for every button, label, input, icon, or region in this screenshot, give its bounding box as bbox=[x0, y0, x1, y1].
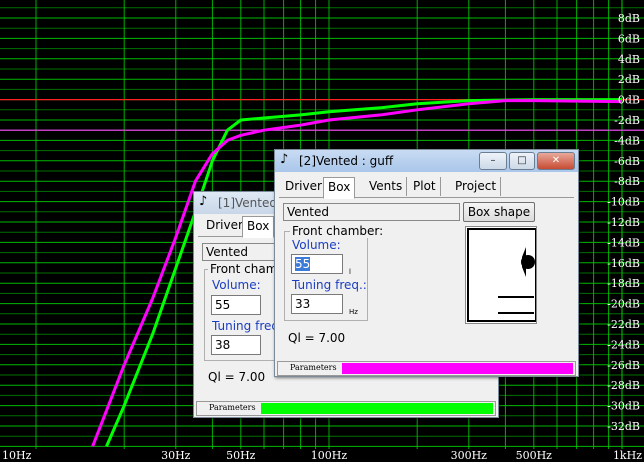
y-tick-label: -2dB bbox=[614, 114, 640, 127]
y-tick-label: 6dB bbox=[618, 32, 640, 45]
window2-enclosure-type[interactable]: Vented bbox=[283, 203, 460, 221]
y-tick-label: -4dB bbox=[614, 134, 640, 147]
x-tick-label: 300Hz bbox=[451, 449, 488, 462]
window2-tab-project[interactable]: Project bbox=[451, 177, 502, 196]
window2-titlebar[interactable]: ♪ [2]Vented : guff – □ ✕ bbox=[275, 150, 578, 172]
window2-tuning-input[interactable]: 33 bbox=[291, 294, 343, 314]
window2-tab-vents[interactable]: Vents bbox=[365, 177, 408, 196]
box-shape-drawing bbox=[467, 228, 537, 322]
window2-tab-box[interactable]: Box bbox=[323, 177, 356, 199]
x-tick-label: 30Hz bbox=[161, 449, 191, 462]
y-tick-label: 2dB bbox=[618, 73, 640, 86]
window2-volume-label: Volume: bbox=[292, 238, 341, 252]
window1-status-label: Parameters bbox=[209, 403, 256, 412]
y-tick-label: -30dB bbox=[607, 400, 640, 413]
maximize-button[interactable]: □ bbox=[509, 152, 535, 170]
y-tick-label: -6dB bbox=[614, 155, 640, 168]
y-tick-label: -20dB bbox=[607, 298, 640, 311]
vented-window-2[interactable]: ♪ [2]Vented : guff – □ ✕ Driver Box Vent… bbox=[274, 149, 579, 377]
window2-volume-value: 55 bbox=[295, 257, 311, 271]
window2-statusbar: Parameters bbox=[277, 361, 576, 376]
window2-tuning-unit: Hz bbox=[349, 308, 358, 316]
window1-volume-label: Volume: bbox=[212, 278, 261, 292]
y-tick-label: -24dB bbox=[607, 338, 640, 351]
y-tick-label: -32dB bbox=[607, 420, 640, 433]
window2-front-chamber-label: Front chamber: bbox=[290, 224, 386, 238]
window1-volume-input[interactable]: 55 bbox=[211, 295, 261, 315]
window1-statusbar: Parameters bbox=[196, 401, 496, 416]
window2-title: [2]Vented : guff bbox=[299, 154, 394, 168]
y-tick-label: 0dB bbox=[618, 94, 640, 107]
window1-qi-value: Ql = 7.00 bbox=[208, 370, 266, 384]
x-tick-label: 50Hz bbox=[226, 449, 256, 462]
box-shape-preview bbox=[465, 226, 537, 324]
x-tick-label: 10Hz bbox=[2, 449, 32, 462]
y-tick-label: -18dB bbox=[607, 277, 640, 290]
box-shape-button[interactable]: Box shape bbox=[463, 202, 535, 222]
window2-status-label: Parameters bbox=[290, 363, 337, 372]
y-tick-label: -8dB bbox=[614, 175, 640, 188]
y-tick-label: -22dB bbox=[607, 318, 640, 331]
speaker-app-icon: ♪ bbox=[280, 152, 289, 167]
close-button[interactable]: ✕ bbox=[537, 152, 575, 170]
y-tick-label: -26dB bbox=[607, 359, 640, 372]
y-tick-label: 8dB bbox=[618, 12, 640, 25]
x-tick-label: 500Hz bbox=[516, 449, 553, 462]
window2-volume-input[interactable]: 55 bbox=[291, 254, 343, 274]
y-tick-label: -14dB bbox=[607, 236, 640, 249]
y-tick-label: -12dB bbox=[607, 216, 640, 229]
minimize-button[interactable]: – bbox=[479, 152, 507, 170]
y-tick-label: -10dB bbox=[607, 196, 640, 209]
window2-tab-plot[interactable]: Plot bbox=[409, 177, 441, 196]
speaker-app-icon: ♪ bbox=[199, 194, 208, 209]
y-tick-label: -28dB bbox=[607, 379, 640, 392]
window2-qi-value: Ql = 7.00 bbox=[288, 331, 346, 345]
window2-volume-unit: l bbox=[349, 268, 351, 276]
y-tick-label: -16dB bbox=[607, 257, 640, 270]
window1-tuning-input[interactable]: 38 bbox=[211, 335, 261, 355]
window1-tab-box[interactable]: Box bbox=[242, 216, 275, 238]
x-tick-label: 100Hz bbox=[311, 449, 348, 462]
window2-status-color bbox=[342, 363, 573, 374]
window2-tabs: Driver Box Vents Plot Project bbox=[279, 177, 574, 199]
window2-tuning-label: Tuning freq.: bbox=[292, 278, 367, 292]
x-tick-label: 1kHz bbox=[613, 449, 642, 462]
window2-tab-driver[interactable]: Driver bbox=[281, 177, 327, 196]
window1-status-color bbox=[261, 403, 493, 414]
y-tick-label: 4dB bbox=[618, 53, 640, 66]
